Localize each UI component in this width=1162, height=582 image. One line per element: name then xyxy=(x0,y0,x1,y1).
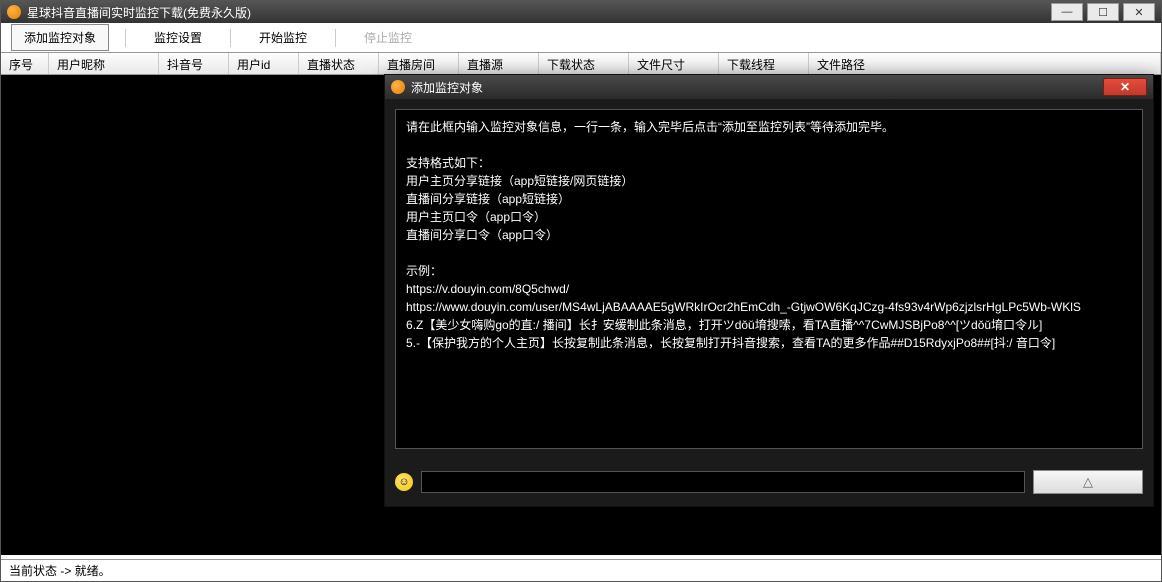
add-target-button[interactable]: 添加监控对象 xyxy=(11,24,109,51)
close-button[interactable]: ✕ xyxy=(1123,3,1155,21)
dialog-input[interactable] xyxy=(421,471,1025,493)
col-liveroom[interactable]: 直播房间 xyxy=(379,53,459,74)
col-livestat[interactable]: 直播状态 xyxy=(299,53,379,74)
start-monitor-button[interactable]: 开始监控 xyxy=(247,25,319,50)
toolbar: 添加监控对象 监控设置 开始监控 停止监控 xyxy=(1,23,1161,53)
add-target-dialog: 添加监控对象 ✕ ☺ △ xyxy=(384,74,1154,507)
monitor-settings-button[interactable]: 监控设置 xyxy=(142,25,214,50)
col-thread[interactable]: 下载线程 xyxy=(719,53,809,74)
dialog-titlebar: 添加监控对象 ✕ xyxy=(385,75,1153,99)
col-dlstat[interactable]: 下载状态 xyxy=(539,53,629,74)
col-nickname[interactable]: 用户昵称 xyxy=(49,53,159,74)
col-filepath[interactable]: 文件路径 xyxy=(809,53,1161,74)
col-userid[interactable]: 用户id xyxy=(229,53,299,74)
separator xyxy=(335,29,336,47)
status-bar: 当前状态 -> 就绪。 xyxy=(1,559,1161,581)
col-douyinid[interactable]: 抖音号 xyxy=(159,53,229,74)
app-icon xyxy=(7,5,21,19)
minimize-button[interactable]: — xyxy=(1051,3,1083,21)
dialog-title: 添加监控对象 xyxy=(411,79,483,96)
col-source[interactable]: 直播源 xyxy=(459,53,539,74)
main-titlebar: 星球抖音直播间实时监控下载(免费永久版) — ☐ ✕ xyxy=(1,1,1161,23)
status-text: 当前状态 -> 就绪。 xyxy=(9,562,111,579)
stop-monitor-button: 停止监控 xyxy=(352,25,424,50)
window-title: 星球抖音直播间实时监控下载(免费永久版) xyxy=(27,4,251,21)
targets-textarea[interactable] xyxy=(395,109,1143,449)
smiley-icon: ☺ xyxy=(395,473,413,491)
dialog-submit-button[interactable]: △ xyxy=(1033,470,1143,494)
dialog-close-button[interactable]: ✕ xyxy=(1103,78,1147,96)
separator xyxy=(125,29,126,47)
col-index[interactable]: 序号 xyxy=(1,53,49,74)
dialog-icon xyxy=(391,80,405,94)
col-filesize[interactable]: 文件尺寸 xyxy=(629,53,719,74)
separator xyxy=(230,29,231,47)
table-header: 序号 用户昵称 抖音号 用户id 直播状态 直播房间 直播源 下载状态 文件尺寸… xyxy=(1,53,1161,75)
maximize-button[interactable]: ☐ xyxy=(1087,3,1119,21)
